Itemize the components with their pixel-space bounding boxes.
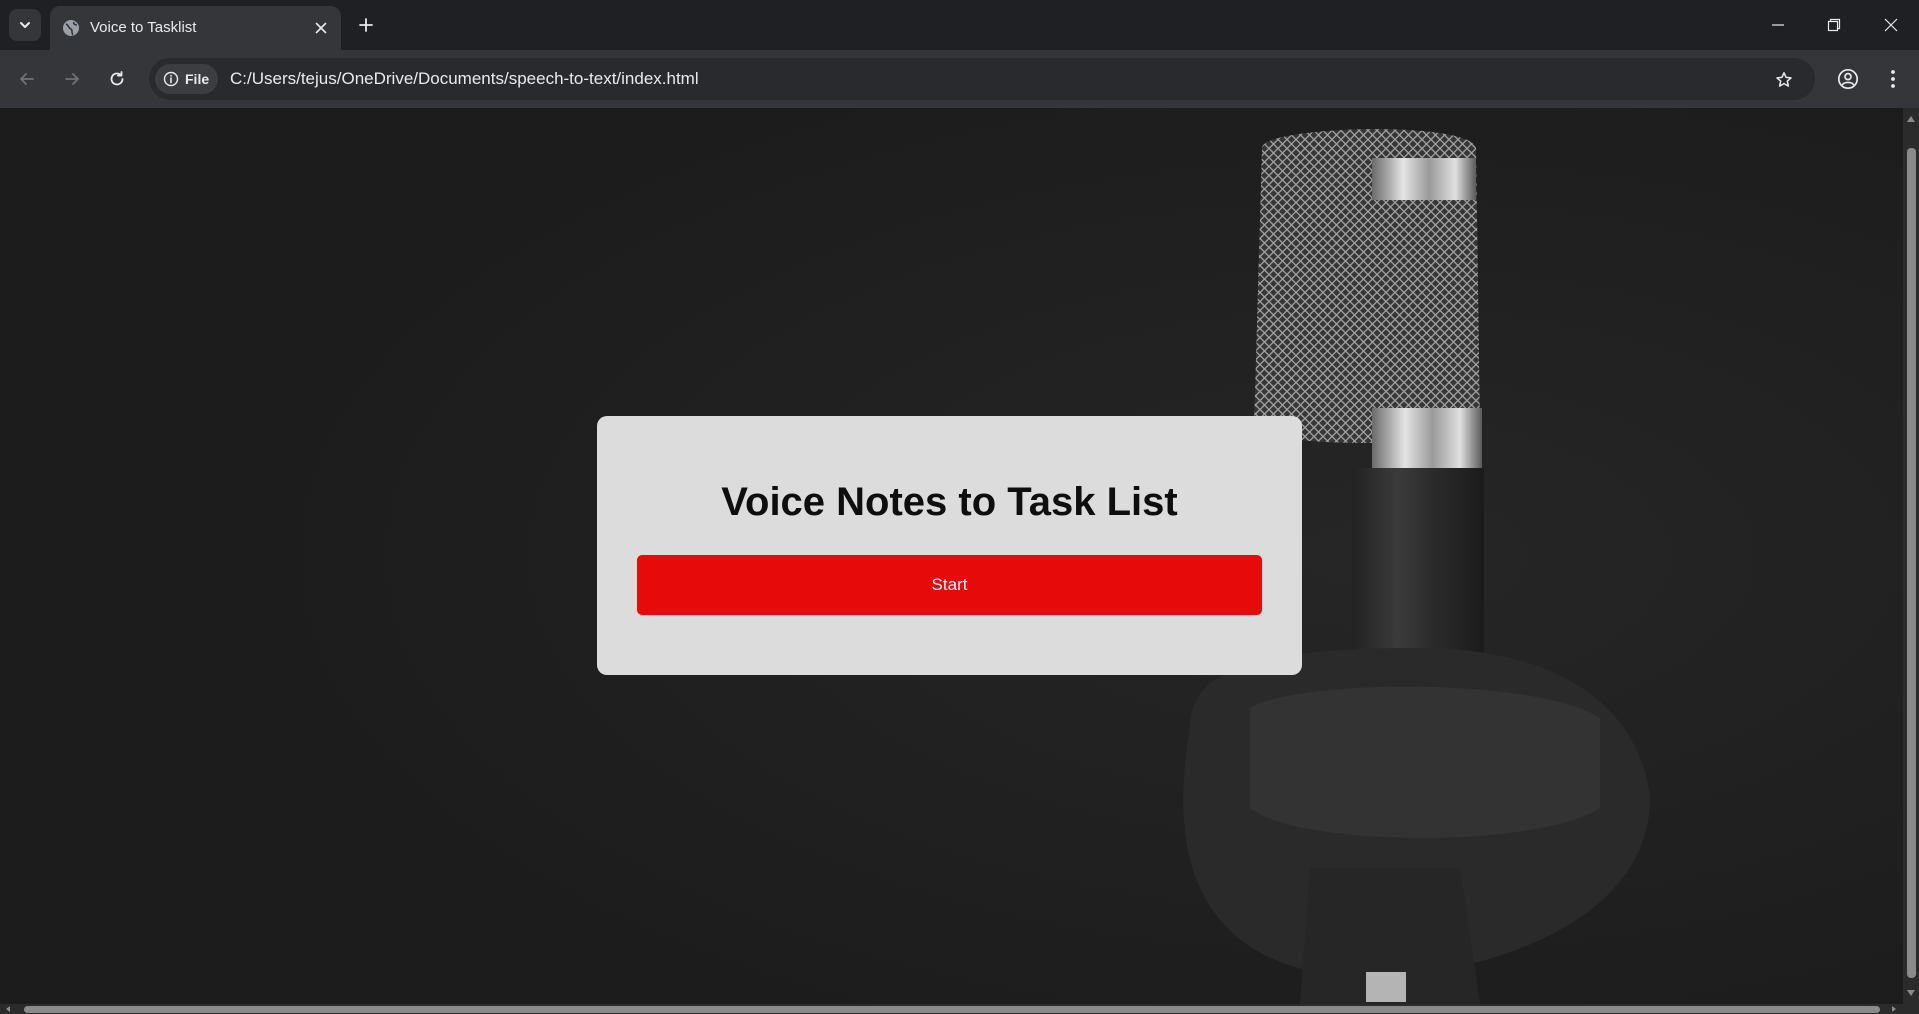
browser-toolbar: File C:/Users/tejus/OneDrive/Documents/s…	[0, 50, 1919, 108]
scroll-left-arrow-icon[interactable]	[4, 1005, 12, 1013]
new-tab-button[interactable]	[352, 11, 380, 39]
close-window-button[interactable]	[1863, 0, 1919, 50]
arrow-left-icon	[20, 73, 34, 85]
close-icon	[315, 22, 327, 34]
minimize-button[interactable]	[1750, 0, 1806, 50]
bookmark-button[interactable]	[1771, 67, 1797, 93]
vertical-scroll-thumb[interactable]	[1907, 148, 1916, 978]
profile-button[interactable]	[1833, 64, 1863, 94]
forward-button[interactable]	[57, 64, 87, 94]
reload-icon	[110, 71, 124, 86]
vertical-scrollbar[interactable]	[1903, 108, 1919, 1004]
start-card: Voice Notes to Task List Start	[597, 416, 1302, 675]
tab-close-button[interactable]	[312, 19, 330, 37]
minimize-icon	[1772, 24, 1784, 26]
restore-icon	[1827, 18, 1841, 32]
plus-icon	[359, 18, 373, 32]
scroll-up-arrow-icon[interactable]	[1906, 114, 1916, 124]
page-title: Voice Notes to Task List	[721, 480, 1178, 524]
address-bar[interactable]: File C:/Users/tejus/OneDrive/Documents/s…	[149, 58, 1815, 100]
browser-menu-button[interactable]	[1880, 64, 1906, 94]
star-icon	[1776, 72, 1792, 87]
kebab-menu-icon	[1891, 70, 1895, 88]
tab-search-button[interactable]	[9, 9, 41, 41]
url-text[interactable]: C:/Users/tejus/OneDrive/Documents/speech…	[230, 69, 699, 89]
scroll-down-arrow-icon[interactable]	[1906, 988, 1916, 998]
page-viewport: Voice Notes to Task List Start	[0, 108, 1903, 1004]
chevron-down-icon	[20, 22, 30, 28]
info-icon	[163, 71, 179, 87]
scrollbar-corner	[1903, 1004, 1919, 1014]
browser-tab[interactable]: Voice to Tasklist	[50, 6, 341, 50]
back-button[interactable]	[12, 64, 42, 94]
account-circle-icon	[1837, 68, 1859, 90]
horizontal-scroll-thumb[interactable]	[24, 1006, 1880, 1013]
tab-strip: Voice to Tasklist	[0, 0, 1919, 50]
horizontal-scrollbar[interactable]	[0, 1004, 1903, 1014]
site-info-chip[interactable]: File	[155, 64, 218, 94]
restore-button[interactable]	[1806, 0, 1862, 50]
arrow-right-icon	[65, 73, 79, 85]
globe-icon	[63, 20, 79, 36]
scroll-right-arrow-icon[interactable]	[1890, 1005, 1898, 1013]
reload-button[interactable]	[102, 64, 132, 94]
start-button[interactable]: Start	[637, 555, 1262, 615]
close-icon	[1884, 18, 1898, 32]
site-info-label: File	[185, 71, 210, 87]
tab-title: Voice to Tasklist	[90, 19, 197, 36]
